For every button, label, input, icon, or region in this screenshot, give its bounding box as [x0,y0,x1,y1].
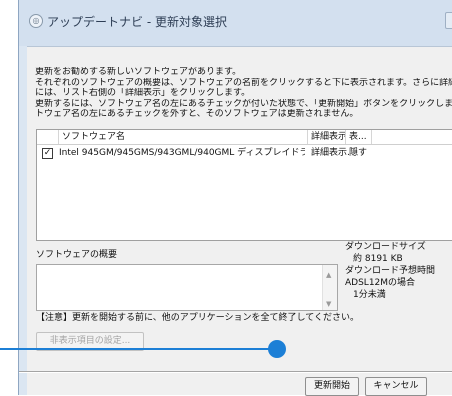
download-time-value: 1分未満 [353,290,386,300]
warning-note: 【注意】更新を開始する前に、他のアプリケーションを全て終了してください。 [36,313,360,323]
window-title: アップデートナビ - 更新対象選択 [47,15,227,29]
column-header-name[interactable]: ソフトウェア名 [59,130,308,144]
list-header: ソフトウェア名 詳細表示 表... [37,130,452,145]
dialog-client-area: 更新をお勧めする新しいソフトウェアがあります。 それぞれのソフトウェアの概要は、… [19,46,452,396]
app-icon: ◎ [29,14,43,28]
hide-link[interactable]: 隠す [349,146,375,161]
window-control-button[interactable] [445,12,452,29]
table-row[interactable]: ✓ Intel 945GM/945GMS/943GML/940GML ディスプレ… [37,146,452,161]
download-size-value: 約 8191 KB [353,254,403,264]
detail-link[interactable]: 詳細表示... [311,146,349,161]
download-info: ダウンロードサイズ 約 8191 KB ダウンロード予想時間 ADSL12Mの場… [345,241,435,301]
start-update-button[interactable]: 更新開始 [305,377,359,396]
title-bar: ◎ アップデートナビ - 更新対象選択 [19,0,452,46]
column-header-detail[interactable]: 詳細表示 [308,130,346,144]
callout-pointer-line [0,348,275,350]
cancel-button[interactable]: キャンセル [365,377,427,396]
update-navi-window: ◎ アップデートナビ - 更新対象選択 更新をお勧めする新しいソフトウェアがあり… [18,0,452,396]
message-line: それぞれのソフトウェアの概要は、ソフトウェアの名前をクリックすると下に表示されま… [35,77,452,88]
message-line: には、リスト右側の「詳細表示」をクリックします。 [35,88,251,98]
software-list: ソフトウェア名 詳細表示 表... ✓ Intel 945GM/945GMS/9… [36,129,452,241]
overview-textbox[interactable]: ▲ ▼ [36,264,338,311]
column-header-check[interactable] [37,130,59,144]
overview-scrollbar[interactable]: ▲ ▼ [322,265,337,310]
message-line: トウェア名の左にあるチェックを外すと、そのソフトウェアは更新されません。 [35,109,359,119]
separator [19,371,452,373]
callout-pointer-dot [268,340,286,358]
column-header-visibility[interactable]: 表... [346,130,372,144]
row-checkbox[interactable]: ✓ [42,148,53,159]
download-size-label: ダウンロードサイズ [345,242,426,252]
download-time-condition: ADSL12Mの場合 [345,278,416,288]
message-line: 更新するには、ソフトウェア名の左にあるチェックが付いた状態で、「更新開始」ボタン… [35,98,452,109]
scroll-down-icon[interactable]: ▼ [326,300,331,308]
message-line: 更新をお勧めする新しいソフトウェアがあります。 [35,67,242,77]
scroll-up-icon[interactable]: ▲ [326,271,331,279]
software-name[interactable]: Intel 945GM/945GMS/943GML/940GML ディスプレイド… [59,146,305,161]
download-time-label: ダウンロード予想時間 [345,266,436,276]
info-message: 更新をお勧めする新しいソフトウェアがあります。 それぞれのソフトウェアの概要は、… [35,67,452,120]
overview-label: ソフトウェアの概要 [36,250,118,260]
